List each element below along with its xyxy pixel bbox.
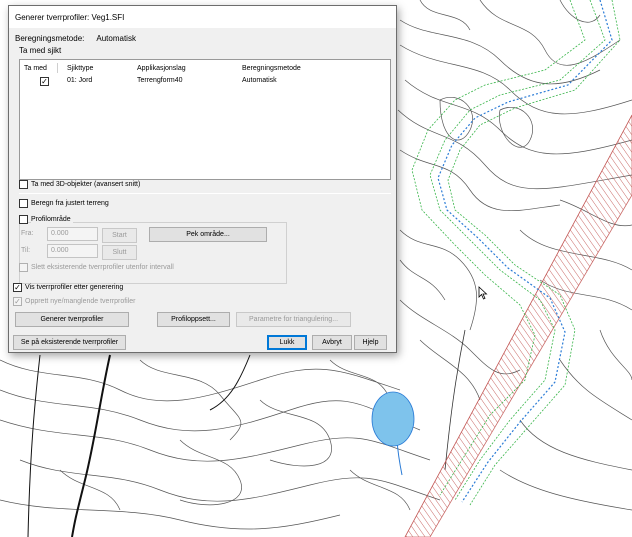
column-header-include[interactable]: Ta med	[24, 65, 47, 72]
column-header-application-layer[interactable]: Applikasjonslag	[137, 65, 186, 72]
delete-outside-checkbox[interactable]	[19, 263, 28, 272]
help-button[interactable]: Hjelp	[354, 335, 387, 350]
close-button[interactable]: Lukk	[267, 335, 307, 350]
see-existing-cross-sections-button[interactable]: Se på eksisterende tverrprofiler	[13, 335, 126, 350]
profile-range-checkbox[interactable]	[19, 215, 28, 224]
to-input[interactable]: 0.000	[47, 244, 98, 258]
layer-table[interactable]: Ta med Sjikttype Applikasjonslag Beregni…	[19, 59, 391, 180]
include-layer-checkbox[interactable]: ✓	[40, 77, 49, 86]
profile-setup-button[interactable]: Profiloppsett...	[157, 312, 230, 327]
triangulation-parameters-button[interactable]: Parametre for triangulering...	[236, 312, 351, 327]
column-header-calculation-method[interactable]: Beregningsmetode	[242, 65, 301, 72]
lake	[371, 391, 415, 447]
cancel-button[interactable]: Avbryt	[312, 335, 352, 350]
show-after-generation-checkbox[interactable]: ✓	[13, 283, 22, 292]
create-missing-checkbox[interactable]: ✓	[13, 297, 22, 306]
show-after-generation-label: Vis tverrprofiler etter generering	[25, 284, 124, 291]
profile-range-label: Profilområde	[31, 216, 73, 223]
create-missing-label: Opprett nye/manglende tverrprofiler	[25, 298, 136, 305]
from-label: Fra:	[21, 230, 34, 237]
from-input[interactable]: 0.000	[47, 227, 98, 241]
mouse-cursor-icon	[478, 286, 488, 300]
pick-range-button[interactable]: Pek område...	[149, 227, 267, 242]
adjusted-terrain-label: Beregn fra justert terreng	[31, 200, 109, 207]
to-label: Til:	[21, 247, 31, 254]
calculation-method-label: Beregningsmetode:	[15, 34, 85, 43]
row-application-layer: Terrengform40	[137, 77, 183, 84]
start-button[interactable]: Start	[102, 228, 137, 243]
delete-outside-label: Slett eksisterende tverrprofiler utenfor…	[31, 264, 174, 271]
generate-cross-sections-button[interactable]: Generer tverrprofiler	[15, 312, 129, 327]
dialog-title: Generer tverrprofiler: Veg1.SFI	[9, 6, 396, 28]
row-calculation-method: Automatisk	[242, 77, 277, 84]
calculation-method-value: Automatisk	[96, 34, 136, 43]
column-header-layer-type[interactable]: Sjikttype	[67, 65, 93, 72]
include-layers-group-label: Ta med sjikt	[19, 46, 62, 55]
calculation-method-row: Beregningsmetode: Automatisk	[15, 34, 136, 43]
include-3d-objects-label: Ta med 3D-objekter (avansert snitt)	[31, 181, 141, 188]
end-button[interactable]: Slutt	[102, 245, 137, 260]
adjusted-terrain-checkbox[interactable]	[19, 199, 28, 208]
include-3d-objects-checkbox[interactable]	[19, 180, 28, 189]
generate-cross-sections-dialog: Generer tverrprofiler: Veg1.SFI Beregnin…	[8, 5, 397, 353]
row-layer-type: 01: Jord	[67, 77, 93, 84]
divider	[19, 193, 391, 194]
